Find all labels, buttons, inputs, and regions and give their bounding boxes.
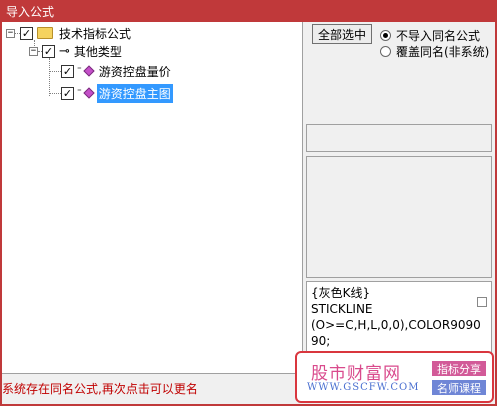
tree-item[interactable]: ✓ ⁼ 游资控盘量价: [49, 63, 173, 79]
preview-line: {灰色K线}: [311, 286, 371, 300]
option-skip-duplicates[interactable]: 不导入同名公式: [380, 27, 480, 44]
window-title: 导入公式: [6, 4, 55, 19]
formula-tree[interactable]: − ✓ 技术指标公式 − ✓ ⊸ 其他类型 ✓ ⁼ 游资控盘量价 ✓ ⁼ 游资控…: [2, 22, 303, 374]
watermark-tag: 指标分享: [432, 361, 486, 376]
formula-diamond-icon: [83, 87, 95, 99]
option-label: 不导入同名公式: [396, 29, 481, 43]
tree-node-root[interactable]: − ✓ 技术指标公式: [6, 25, 133, 41]
tree-node-group[interactable]: − ✓ ⊸ 其他类型: [29, 43, 124, 59]
tree-root-checkbox[interactable]: ✓: [20, 26, 33, 40]
status-message: 系统存在同名公式,再次点击可以更名: [2, 381, 198, 396]
watermark-url: WWW.GSCFW.COM: [307, 382, 420, 393]
tree-connector: [49, 92, 61, 94]
link-icon: ⁼: [77, 66, 82, 76]
tree-connector: [49, 70, 61, 72]
tree-item-label: 游资控盘量价: [98, 64, 171, 79]
radio-button[interactable]: [380, 30, 391, 41]
watermark-badge: 股市财富网 WWW.GSCFW.COM 指标分享 名师课程: [295, 351, 494, 403]
tree-item[interactable]: ✓ ⁼ 游资控盘主图: [49, 83, 173, 103]
preview-line: STICKLINE: [311, 302, 373, 316]
description-panel: [306, 156, 492, 278]
option-overwrite[interactable]: 覆盖同名(非系统): [380, 43, 489, 60]
key-icon: ⊸: [59, 43, 70, 59]
tree-item-checkbox[interactable]: ✓: [61, 86, 74, 100]
select-all-button[interactable]: 全部选中: [312, 24, 372, 44]
watermark-tag: 名师课程: [432, 380, 486, 395]
tree-item-label: 游资控盘主图: [96, 83, 173, 103]
window-titlebar[interactable]: 导入公式: [0, 0, 497, 22]
radio-button[interactable]: [380, 46, 391, 57]
tree-group-checkbox[interactable]: ✓: [42, 44, 55, 58]
collapse-icon[interactable]: −: [29, 46, 38, 56]
folder-icon: [37, 27, 53, 39]
info-panel: [306, 124, 492, 152]
formula-diamond-icon: [83, 65, 95, 77]
preview-line: (O>=C,H,L,0,0),COLOR9090: [311, 318, 481, 332]
option-label: 覆盖同名(非系统): [396, 45, 490, 59]
collapse-icon[interactable]: −: [6, 28, 15, 38]
tree-item-checkbox[interactable]: ✓: [61, 64, 74, 78]
tree-root-label: 技术指标公式: [59, 26, 132, 41]
link-icon: ⁼: [77, 88, 82, 98]
preview-line: 90;: [311, 334, 331, 348]
preview-checkbox[interactable]: [477, 297, 487, 307]
tree-group-label: 其他类型: [73, 44, 122, 59]
watermark-logo: 股市财富网: [311, 364, 401, 384]
